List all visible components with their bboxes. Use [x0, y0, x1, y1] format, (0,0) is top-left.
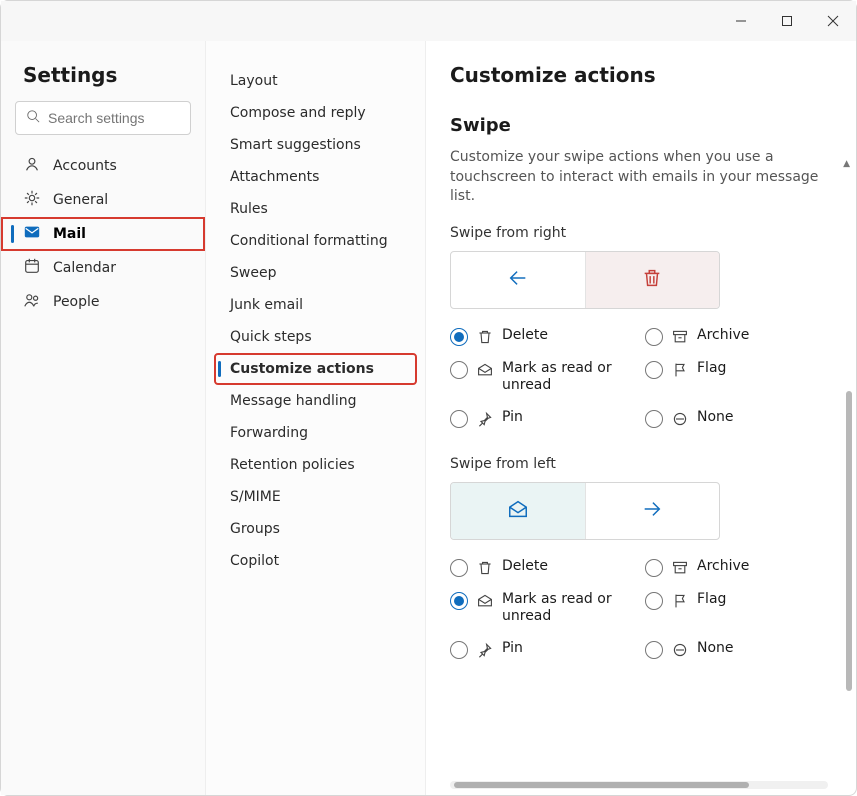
sidebar-item-general[interactable]: General [1, 183, 205, 217]
opt-left-pin[interactable]: Pin [450, 640, 635, 659]
gear-icon [23, 189, 41, 211]
opt-right-archive[interactable]: Archive [645, 327, 830, 346]
subnav-sweep[interactable]: Sweep [214, 257, 417, 289]
swipe-right-tiles [450, 251, 720, 309]
sidebar-item-label: People [53, 294, 100, 310]
mail-open-icon [476, 592, 494, 610]
radio[interactable] [450, 410, 468, 428]
subnav-retention[interactable]: Retention policies [214, 449, 417, 481]
opt-right-delete[interactable]: Delete [450, 327, 635, 346]
swipe-description: Customize your swipe actions when you us… [450, 148, 836, 207]
none-icon [671, 641, 689, 659]
delete-icon [641, 267, 663, 293]
opt-left-archive[interactable]: Archive [645, 558, 830, 577]
subnav-attachments[interactable]: Attachments [214, 161, 417, 193]
delete-icon [476, 559, 494, 577]
mail-open-icon [476, 361, 494, 379]
archive-icon [671, 559, 689, 577]
radio[interactable] [450, 328, 468, 346]
subnav-smart[interactable]: Smart suggestions [214, 129, 417, 161]
subnav-groups[interactable]: Groups [214, 513, 417, 545]
mail-icon [23, 223, 41, 245]
swipe-right-label: Swipe from right [450, 225, 836, 241]
opt-right-pin[interactable]: Pin [450, 409, 635, 428]
main-heading: Customize actions [450, 63, 836, 87]
radio[interactable] [645, 559, 663, 577]
swipe-left-options: Delete Archive Mark as read or unread Fl… [450, 558, 830, 659]
search-icon [26, 109, 40, 127]
horizontal-scrollbar[interactable] [450, 781, 828, 789]
radio[interactable] [450, 592, 468, 610]
arrow-left-icon [507, 267, 529, 293]
radio[interactable] [450, 559, 468, 577]
delete-icon [476, 328, 494, 346]
sidebar-item-accounts[interactable]: Accounts [1, 149, 205, 183]
accounts-icon [23, 155, 41, 177]
sidebar-item-label: Accounts [53, 158, 117, 174]
sidebar-item-calendar[interactable]: Calendar [1, 251, 205, 285]
arrow-right-icon [641, 498, 663, 524]
sidebar-item-label: General [53, 192, 108, 208]
opt-left-mark[interactable]: Mark as read or unread [450, 591, 635, 626]
subnav-junk[interactable]: Junk email [214, 289, 417, 321]
sidebar-item-label: Mail [53, 226, 86, 242]
people-icon [23, 291, 41, 313]
vertical-scrollbar[interactable] [846, 391, 852, 691]
swipe-right-options: Delete Archive Mark as read or unread Fl… [450, 327, 830, 428]
swipe-heading: Swipe [450, 115, 836, 136]
maximize-button[interactable] [764, 1, 810, 41]
radio[interactable] [645, 592, 663, 610]
opt-right-none[interactable]: None [645, 409, 830, 428]
opt-left-delete[interactable]: Delete [450, 558, 635, 577]
subnav-rules[interactable]: Rules [214, 193, 417, 225]
subnav-customize-actions[interactable]: Customize actions [214, 353, 417, 385]
subnav-layout[interactable]: Layout [214, 65, 417, 97]
archive-icon [671, 328, 689, 346]
opt-left-flag[interactable]: Flag [645, 591, 830, 626]
radio[interactable] [645, 410, 663, 428]
close-button[interactable] [810, 1, 856, 41]
flag-icon [671, 592, 689, 610]
subnav-message-handling[interactable]: Message handling [214, 385, 417, 417]
radio[interactable] [645, 641, 663, 659]
settings-window: Settings Accounts Genera [0, 0, 857, 796]
opt-right-mark[interactable]: Mark as read or unread [450, 360, 635, 395]
subnav-compose[interactable]: Compose and reply [214, 97, 417, 129]
sidebar-item-label: Calendar [53, 260, 116, 276]
sidebar-item-mail[interactable]: Mail [1, 217, 205, 251]
mail-open-icon [507, 498, 529, 524]
none-icon [671, 410, 689, 428]
radio[interactable] [450, 361, 468, 379]
subnav-quicksteps[interactable]: Quick steps [214, 321, 417, 353]
radio[interactable] [450, 641, 468, 659]
subnav-conditional[interactable]: Conditional formatting [214, 225, 417, 257]
radio[interactable] [645, 328, 663, 346]
subnav-copilot[interactable]: Copilot [214, 545, 417, 577]
search-input[interactable] [48, 110, 229, 126]
swipe-left-label: Swipe from left [450, 456, 836, 472]
swipe-left-tiles [450, 482, 720, 540]
pin-icon [476, 410, 494, 428]
titlebar [1, 1, 856, 41]
radio[interactable] [645, 361, 663, 379]
sidebar-item-people[interactable]: People [1, 285, 205, 319]
main-panel: ▲ Customize actions Swipe Customize your… [426, 41, 856, 795]
opt-right-flag[interactable]: Flag [645, 360, 830, 395]
scroll-up-caret[interactable]: ▲ [843, 159, 850, 169]
mail-subnav: Layout Compose and reply Smart suggestio… [206, 41, 426, 795]
swipe-left-tile-action [451, 483, 585, 539]
settings-sidebar: Settings Accounts Genera [1, 41, 206, 795]
swipe-right-tile-action [585, 252, 720, 308]
swipe-left-tile-in [585, 483, 720, 539]
subnav-smime[interactable]: S/MIME [214, 481, 417, 513]
minimize-button[interactable] [718, 1, 764, 41]
flag-icon [671, 361, 689, 379]
pin-icon [476, 641, 494, 659]
swipe-right-tile-in [451, 252, 585, 308]
opt-left-none[interactable]: None [645, 640, 830, 659]
search-input-wrap[interactable] [15, 101, 191, 135]
calendar-icon [23, 257, 41, 279]
settings-title: Settings [1, 59, 205, 101]
subnav-forwarding[interactable]: Forwarding [214, 417, 417, 449]
